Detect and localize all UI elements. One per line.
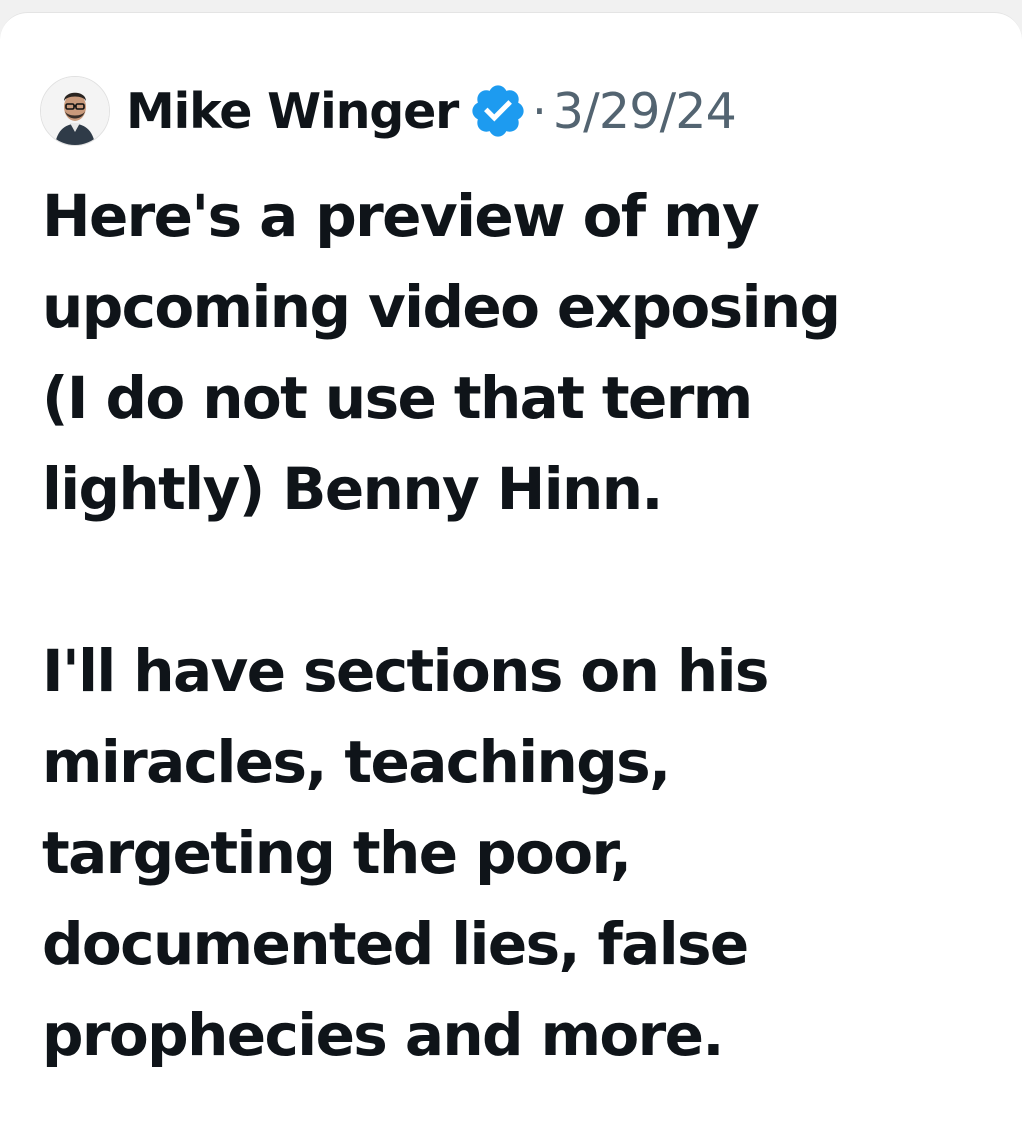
tweet-text-line: I'll have sections on his xyxy=(42,637,769,705)
tweet-text-line: Here's a preview of my xyxy=(42,182,760,250)
tweet-text: Here's a preview of my upcoming video ex… xyxy=(42,171,1002,1081)
tweet-text-line: documented lies, false xyxy=(42,910,749,978)
tweet-text-line: targeting the poor, xyxy=(42,819,632,887)
author-name[interactable]: Mike Winger xyxy=(126,83,459,140)
avatar-photo-icon xyxy=(41,77,109,145)
tweet-text-line: (I do not use that term xyxy=(42,364,753,432)
tweet-text-line: miracles, teachings, xyxy=(42,728,671,796)
verified-badge-icon[interactable] xyxy=(468,81,528,141)
avatar[interactable] xyxy=(40,76,110,146)
tweet-card[interactable]: Mike Winger · 3/29/24 Here's a preview o… xyxy=(0,12,1022,1139)
tweet-date[interactable]: 3/29/24 xyxy=(553,83,737,140)
tweet-text-line: lightly) Benny Hinn. xyxy=(42,455,663,523)
separator-dot: · xyxy=(532,84,547,138)
tweet-text-line: upcoming video exposing xyxy=(42,273,841,341)
tweet-text-line: prophecies and more. xyxy=(42,1001,724,1069)
tweet-header: Mike Winger · 3/29/24 xyxy=(40,69,737,153)
